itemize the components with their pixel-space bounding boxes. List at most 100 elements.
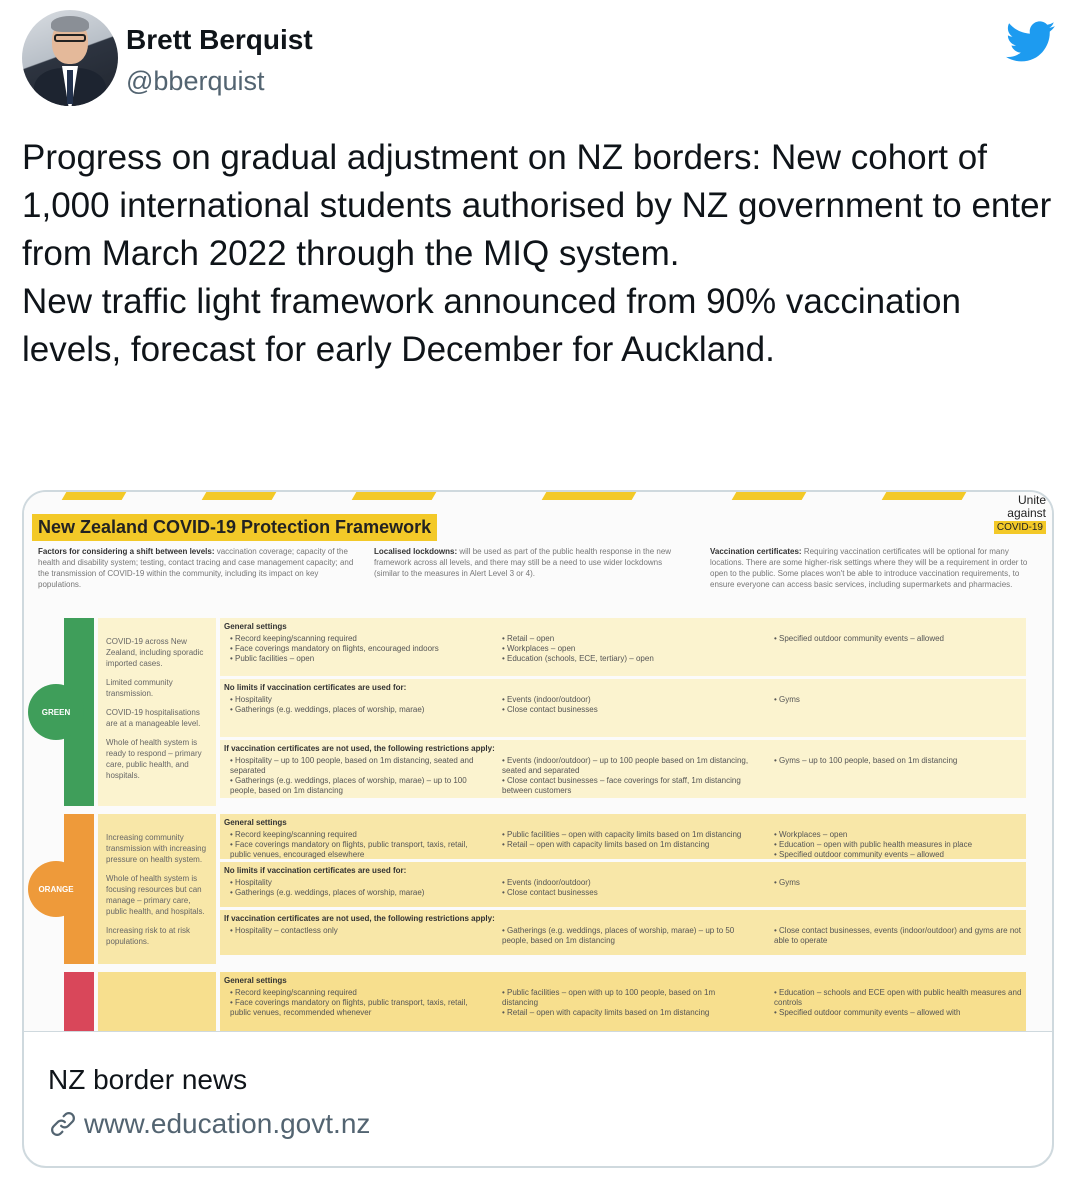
settings-heading: If vaccination certificates are not used… xyxy=(224,914,495,923)
card-domain-text: www.education.govt.nz xyxy=(84,1108,371,1139)
setting-item: • Workplaces – open xyxy=(774,830,848,839)
settings-column: • Education – schools and ECE open with … xyxy=(774,988,1024,1018)
tweet-text: Progress on gradual adjustment on NZ bor… xyxy=(22,138,1052,369)
setting-item: • Specified outdoor community events – a… xyxy=(774,634,945,643)
settings-column: • Hospitality – contactless only xyxy=(230,926,480,936)
setting-item: • Close contact businesses, events (indo… xyxy=(774,926,1021,945)
link-icon xyxy=(51,1112,75,1136)
settings-column: • Hospitality – up to 100 people, based … xyxy=(230,756,480,796)
level-description-item: COVID-19 across New Zealand, including s… xyxy=(106,637,204,668)
settings-panel: If vaccination certificates are not used… xyxy=(220,740,1026,798)
avatar[interactable] xyxy=(22,10,118,106)
twitter-bird-icon[interactable] xyxy=(1006,20,1056,64)
settings-heading: General settings xyxy=(224,976,287,985)
intro-lockdowns: Localised lockdowns: will be used as par… xyxy=(374,547,672,578)
setting-item: • Workplaces – open xyxy=(502,644,576,653)
card-domain[interactable]: www.education.govt.nz xyxy=(48,1108,370,1140)
card-title[interactable]: NZ border news xyxy=(48,1064,247,1096)
setting-item: • Hospitality xyxy=(230,878,272,887)
setting-item: • Events (indoor/outdoor) – up to 100 pe… xyxy=(502,756,749,775)
settings-column: • Record keeping/scanning required • Face… xyxy=(230,830,480,860)
settings-column: • Public facilities – open with capacity… xyxy=(502,830,752,850)
intro-factors: Factors for considering a shift between … xyxy=(38,547,354,589)
setting-item: • Gatherings (e.g. weddings, places of w… xyxy=(230,705,425,714)
setting-item: • Record keeping/scanning required xyxy=(230,988,357,997)
setting-item: • Face coverings mandatory on flights, p… xyxy=(230,840,468,859)
setting-item: • Hospitality – up to 100 people, based … xyxy=(230,756,474,775)
settings-column: • Record keeping/scanning required • Face… xyxy=(230,634,480,664)
setting-item: • Retail – open xyxy=(502,634,555,643)
setting-item: • Record keeping/scanning required xyxy=(230,634,357,643)
settings-column: • Specified outdoor community events – a… xyxy=(774,634,1024,644)
settings-panel: General settings • Record keeping/scannin… xyxy=(220,814,1026,859)
level-color-bar xyxy=(64,972,94,1031)
setting-item: • Education (schools, ECE, tertiary) – o… xyxy=(502,654,654,663)
level-description-item: Limited community transmission. xyxy=(106,678,173,698)
settings-column: • Record keeping/scanning required • Face… xyxy=(230,988,480,1018)
settings-column: • Hospitality • Gatherings (e.g. weddings… xyxy=(230,695,480,715)
setting-item: • Retail – open with capacity limits bas… xyxy=(502,840,710,849)
setting-item: • Retail – open with capacity limits bas… xyxy=(502,1008,710,1017)
level-description-item: Increasing community transmission with i… xyxy=(106,833,207,864)
settings-column: • Public facilities – open with up to 10… xyxy=(502,988,752,1018)
display-name[interactable]: Brett Berquist xyxy=(126,24,313,56)
level-description-item: Whole of health system is focusing resou… xyxy=(106,874,205,916)
settings-column: • Events (indoor/outdoor) • Close contact… xyxy=(502,695,752,715)
tweet-header: Brett Berquist @bberquist xyxy=(22,10,1062,110)
settings-column: • Events (indoor/outdoor) • Close contact… xyxy=(502,878,752,898)
settings-heading: No limits if vaccination certificates ar… xyxy=(224,866,407,875)
settings-panel: If vaccination certificates are not used… xyxy=(220,910,1026,955)
setting-item: • Gatherings (e.g. weddings, places of w… xyxy=(230,888,425,897)
setting-item: • Events (indoor/outdoor) xyxy=(502,878,591,887)
level-description-item: Increasing risk to at risk populations. xyxy=(106,926,191,946)
settings-heading: General settings xyxy=(224,818,287,827)
user-handle[interactable]: @bberquist xyxy=(126,66,264,97)
setting-item: • Gatherings (e.g. weddings, places of w… xyxy=(230,776,467,795)
setting-item: • Specified outdoor community events – a… xyxy=(774,1008,961,1017)
link-card[interactable]: New Zealand COVID-19 Protection Framewor… xyxy=(22,490,1054,1168)
settings-panel: No limits if vaccination certificates ar… xyxy=(220,679,1026,737)
settings-heading: No limits if vaccination certificates ar… xyxy=(224,683,407,692)
framework-title: New Zealand COVID-19 Protection Framewor… xyxy=(32,514,438,541)
setting-item: • Events (indoor/outdoor) xyxy=(502,695,591,704)
settings-column: • Close contact businesses, events (indo… xyxy=(774,926,1024,946)
settings-panel: General settings • Record keeping/scannin… xyxy=(220,972,1026,1031)
setting-item: • Gyms xyxy=(774,878,800,887)
level-badge: ORANGE xyxy=(28,861,84,917)
level-badge: GREEN xyxy=(28,684,84,740)
setting-item: • Gatherings (e.g. weddings, places of w… xyxy=(502,926,735,945)
setting-item: • Gyms xyxy=(774,695,800,704)
intro-vaccination-certificates: Vaccination certificates: Requiring vacc… xyxy=(710,547,1028,589)
settings-column: • Gyms – up to 100 people, based on 1m d… xyxy=(774,756,1024,766)
setting-item: • Education – schools and ECE open with … xyxy=(774,988,1022,1007)
settings-panel: No limits if vaccination certificates ar… xyxy=(220,862,1026,907)
setting-item: • Hospitality – contactless only xyxy=(230,926,338,935)
level-description-item: COVID-19 hospitalisations are at a manag… xyxy=(106,708,201,728)
settings-heading: If vaccination certificates are not used… xyxy=(224,744,495,753)
setting-item: • Public facilities – open with up to 10… xyxy=(502,988,716,1007)
card-image: New Zealand COVID-19 Protection Framewor… xyxy=(24,492,1052,1032)
settings-column: • Gyms xyxy=(774,878,1024,888)
level-description: COVID-19 across New Zealand, including s… xyxy=(98,618,216,806)
level-description-item: Whole of health system is ready to respo… xyxy=(106,738,202,780)
settings-column: • Events (indoor/outdoor) – up to 100 pe… xyxy=(502,756,752,796)
settings-column: • Hospitality • Gatherings (e.g. weddings… xyxy=(230,878,480,898)
setting-item: • Education – open with public health me… xyxy=(774,840,973,849)
settings-column: • Retail – open • Workplaces – open • Educ… xyxy=(502,634,752,664)
setting-item: • Face coverings mandatory on flights, p… xyxy=(230,998,468,1017)
setting-item: • Face coverings mandatory on flights, e… xyxy=(230,644,439,653)
settings-column: • Workplaces – open • Education – open wi… xyxy=(774,830,1024,860)
setting-item: • Gyms – up to 100 people, based on 1m d… xyxy=(774,756,958,765)
settings-panel: General settings • Record keeping/scannin… xyxy=(220,618,1026,676)
settings-heading: General settings xyxy=(224,622,287,631)
settings-column: • Gyms xyxy=(774,695,1024,705)
setting-item: • Record keeping/scanning required xyxy=(230,830,357,839)
setting-item: • Public facilities – open xyxy=(230,654,315,663)
setting-item: • Close contact businesses – face coveri… xyxy=(502,776,741,795)
level-description xyxy=(98,972,216,1031)
unite-against-covid-logo: Unite against COVID-19 xyxy=(993,494,1046,534)
card-footer[interactable]: NZ border news www.education.govt.nz xyxy=(24,1034,1052,1166)
setting-item: • Specified outdoor community events – a… xyxy=(774,850,945,859)
level-description: Increasing community transmission with i… xyxy=(98,814,216,964)
setting-item: • Close contact businesses xyxy=(502,705,598,714)
